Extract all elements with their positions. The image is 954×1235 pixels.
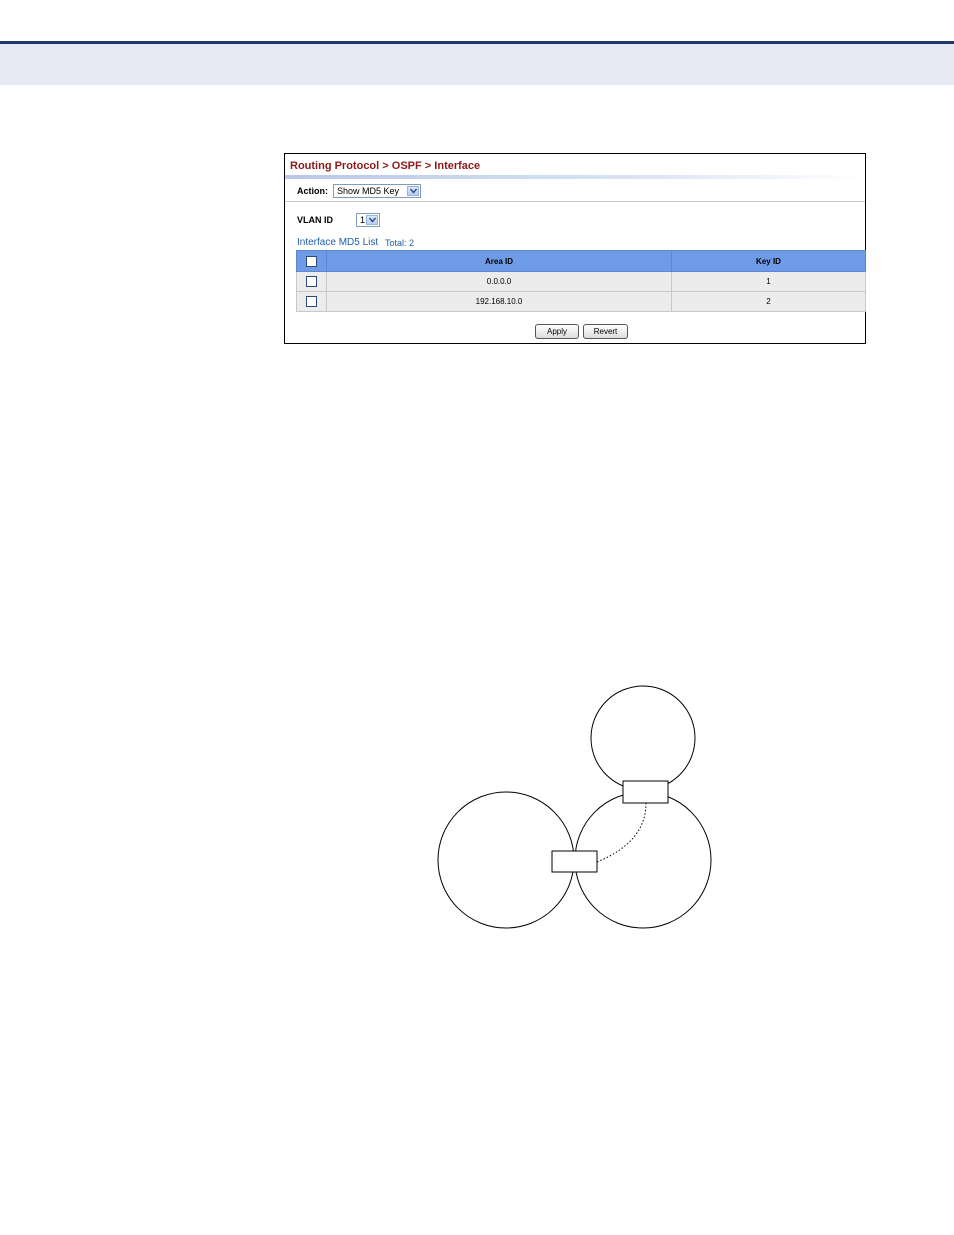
router-box-left — [551, 850, 598, 873]
ospf-area-diagram — [437, 685, 712, 929]
router-box-top — [622, 780, 669, 804]
area-circle-top — [590, 685, 696, 791]
